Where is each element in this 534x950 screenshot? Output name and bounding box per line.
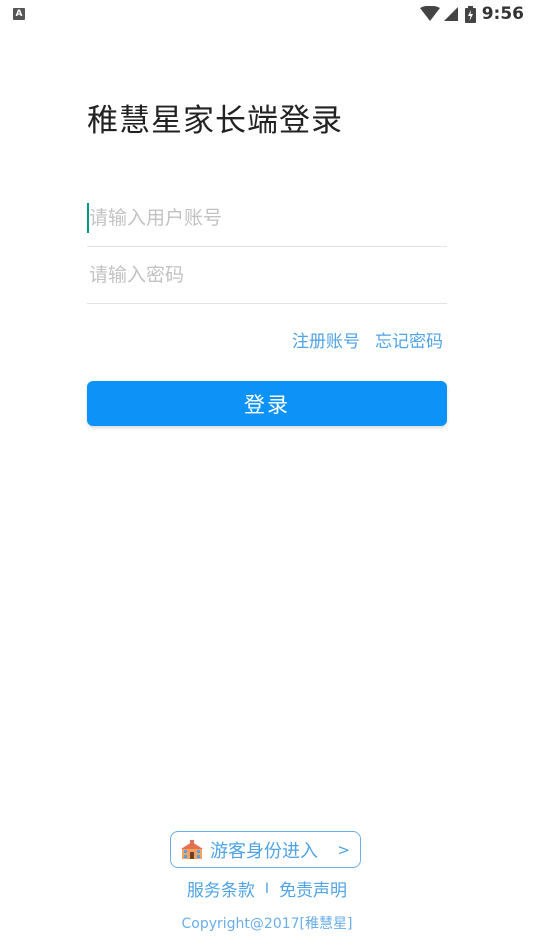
username-input[interactable] [87, 200, 445, 236]
notification-app-icon: A [13, 8, 25, 20]
wifi-icon [419, 6, 440, 21]
status-bar: A 9:56 [0, 0, 534, 28]
footer-links: 服务条款 I 免责声明 [0, 876, 534, 902]
page-title: 稚慧星家长端登录 [87, 103, 343, 139]
status-icons: 9:56 [419, 4, 524, 24]
copyright-text: Copyright@2017[稚慧星] [181, 916, 353, 932]
clock: 9:56 [481, 4, 524, 24]
account-links: 注册账号 忘记密码 [292, 327, 443, 352]
footer-separator: I [264, 880, 270, 897]
school-building-icon [181, 839, 203, 859]
username-field[interactable] [87, 190, 447, 247]
terms-link[interactable]: 服务条款 [187, 876, 255, 901]
password-field[interactable] [87, 247, 447, 304]
guest-login-button[interactable]: 游客身份进入 > [170, 831, 361, 868]
register-link[interactable]: 注册账号 [292, 327, 360, 352]
forgot-password-link[interactable]: 忘记密码 [375, 327, 443, 352]
disclaimer-link[interactable]: 免责声明 [279, 876, 347, 901]
battery-icon [464, 5, 476, 23]
login-button[interactable]: 登录 [87, 381, 447, 426]
password-input[interactable] [87, 257, 445, 293]
guest-login-label: 游客身份进入 [210, 840, 318, 862]
signal-icon [443, 7, 458, 21]
chevron-right-icon: > [337, 840, 350, 859]
